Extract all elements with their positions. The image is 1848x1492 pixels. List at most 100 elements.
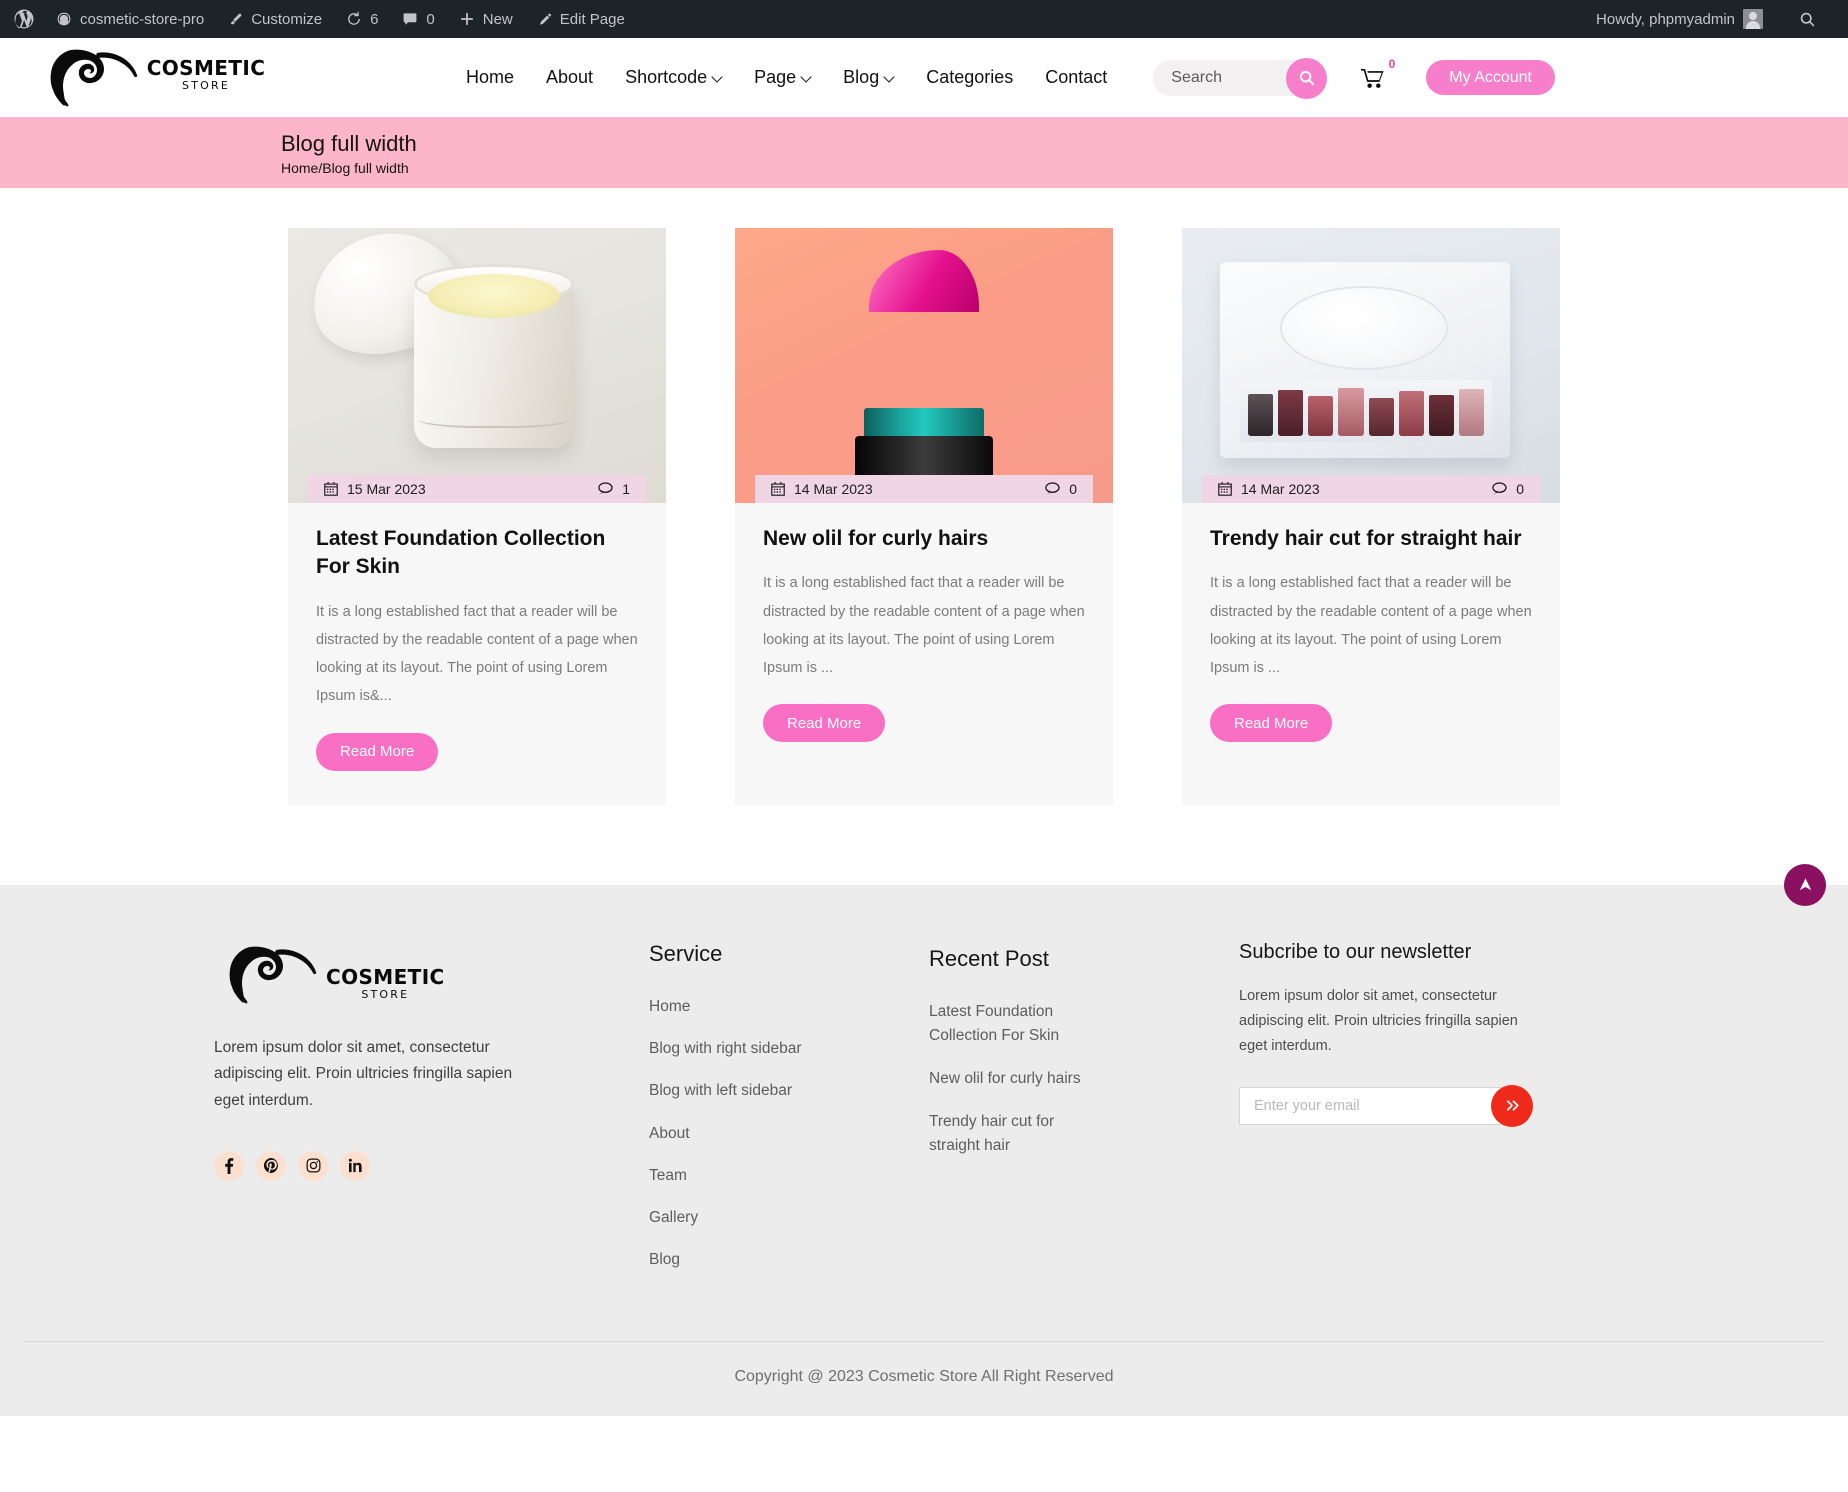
footer-description: Lorem ipsum dolor sit amet, consectetur …	[214, 1038, 513, 1110]
post-thumbnail-lipstick[interactable]	[735, 228, 1113, 503]
logo-main-text: COSMETIC	[146, 55, 266, 80]
post-meta: 14 Mar 2023 0	[1202, 475, 1540, 503]
admin-bar-customize[interactable]: Customize	[216, 0, 334, 38]
blog-grid: 15 Mar 2023 1 Latest Foundation Collecti…	[288, 228, 1560, 805]
footer-recent-post-1[interactable]: Latest Foundation Collection For Skin	[929, 1000, 1089, 1048]
post-thumbnail-palette[interactable]	[1182, 228, 1560, 503]
post-date-group: 15 Mar 2023	[324, 481, 426, 497]
cart-button[interactable]: 0	[1361, 57, 1395, 89]
nav-item-about[interactable]: About	[530, 67, 609, 88]
avatar	[1743, 9, 1763, 29]
blog-card[interactable]: 14 Mar 2023 0 New olil for curly hairs I…	[735, 228, 1113, 805]
admin-bar-my-account[interactable]: Howdy, phpmyadmin	[1584, 0, 1775, 38]
admin-bar-new[interactable]: New	[447, 0, 525, 38]
chevron-down-icon	[802, 73, 811, 82]
newsletter-description: Lorem ipsum dolor sit amet, consectetur …	[1239, 987, 1518, 1054]
blog-card[interactable]: 14 Mar 2023 0 Trendy hair cut for straig…	[1182, 228, 1560, 805]
post-excerpt: It is a long established fact that a rea…	[316, 603, 638, 705]
footer-link-home[interactable]: Home	[649, 995, 879, 1018]
footer-service-column: Service Home Blog with right sidebar Blo…	[649, 941, 879, 1291]
footer-recent-title: Recent Post	[929, 945, 1049, 971]
nav-item-shortcode[interactable]: Shortcode	[609, 67, 738, 88]
admin-bar-howdy-label: Howdy, phpmyadmin	[1596, 10, 1735, 28]
post-date: 14 Mar 2023	[794, 481, 873, 497]
footer-link-team[interactable]: Team	[649, 1164, 879, 1187]
footer-newsletter-column: Subcribe to our newsletter Lorem ipsum d…	[1239, 941, 1639, 1291]
nav-item-contact[interactable]: Contact	[1029, 67, 1123, 88]
chevron-down-icon	[713, 73, 722, 82]
plus-icon	[459, 11, 475, 27]
nav-label-page: Page	[754, 67, 797, 87]
comment-bubble-icon	[402, 11, 418, 27]
footer-link-gallery[interactable]: Gallery	[649, 1206, 879, 1229]
footer-recent-post-3[interactable]: Trendy hair cut for straight hair	[929, 1110, 1089, 1158]
calendar-icon	[1218, 482, 1232, 496]
post-excerpt: It is a long established fact that a rea…	[1210, 575, 1532, 677]
facebook-link[interactable]	[214, 1150, 244, 1181]
footer-link-about[interactable]: About	[649, 1122, 879, 1145]
footer-logo-sub-text: STORE	[361, 987, 410, 1001]
comment-icon	[1492, 482, 1507, 495]
scroll-to-top-button[interactable]	[1784, 863, 1826, 906]
arrow-up-icon	[1799, 878, 1811, 891]
post-title[interactable]: New olil for curly hairs	[763, 525, 1085, 553]
footer-link-blog-left-sidebar[interactable]: Blog with left sidebar	[649, 1079, 879, 1102]
nav-item-page[interactable]: Page	[738, 67, 827, 88]
pinterest-link[interactable]	[256, 1150, 286, 1181]
newsletter-email-input[interactable]	[1239, 1086, 1521, 1125]
post-comments-group: 0	[1045, 481, 1077, 497]
site-header: COSMETIC STORE Home About Shortcode Page…	[0, 38, 1848, 117]
nav-label-categories: Categories	[926, 67, 1014, 87]
logo-wordmark: COSMETIC STORE	[147, 56, 266, 92]
nav-label-blog: Blog	[843, 67, 880, 87]
footer-recent-post-2[interactable]: New olil for curly hairs	[929, 1067, 1089, 1091]
search-button[interactable]	[1286, 57, 1328, 99]
breadcrumb: Home/Blog full width	[281, 160, 409, 177]
footer-brand-column: COSMETIC STORE Lorem ipsum dolor sit ame…	[214, 941, 599, 1291]
linkedin-link[interactable]	[340, 1150, 370, 1181]
jar-ring-shape	[418, 406, 570, 428]
blog-card[interactable]: 15 Mar 2023 1 Latest Foundation Collecti…	[288, 228, 666, 805]
admin-bar-right-group: Howdy, phpmyadmin	[1584, 0, 1836, 38]
footer-recent-post-column: Recent Post Latest Foundation Collection…	[929, 941, 1189, 1291]
admin-bar-updates[interactable]: 6	[334, 0, 390, 38]
read-more-button[interactable]: Read More	[316, 732, 439, 771]
nav-item-categories[interactable]: Categories	[910, 67, 1029, 88]
read-more-button[interactable]: Read More	[1210, 704, 1333, 743]
newsletter-submit-button[interactable]	[1491, 1084, 1533, 1127]
footer-logo[interactable]: COSMETIC STORE	[214, 941, 599, 1009]
footer-link-blog-right-sidebar[interactable]: Blog with right sidebar	[649, 1037, 879, 1060]
admin-bar-customize-label: Customize	[251, 10, 323, 28]
palette-case-shape	[1220, 262, 1510, 458]
post-comments-group: 1	[598, 481, 630, 497]
search-input[interactable]	[1171, 68, 1282, 87]
my-account-button[interactable]: My Account	[1426, 60, 1555, 95]
comment-icon	[1045, 482, 1060, 495]
wordpress-logo-icon	[14, 9, 34, 29]
nav-item-home[interactable]: Home	[450, 67, 530, 88]
post-date-group: 14 Mar 2023	[771, 481, 873, 497]
admin-bar-edit-page[interactable]: Edit Page	[525, 0, 637, 38]
post-thumbnail-cream-jar[interactable]	[288, 228, 666, 503]
footer-logo-main-text: COSMETIC	[326, 964, 445, 989]
search-icon	[1299, 70, 1315, 86]
post-title[interactable]: Trendy hair cut for straight hair	[1210, 525, 1532, 553]
admin-bar-site-name[interactable]: cosmetic-store-pro	[44, 0, 216, 38]
wordpress-logo-menu[interactable]	[0, 0, 44, 38]
post-title[interactable]: Latest Foundation Collection For Skin	[316, 525, 638, 582]
chevron-down-icon	[885, 73, 894, 82]
footer-link-blog[interactable]: Blog	[649, 1248, 879, 1271]
read-more-button[interactable]: Read More	[763, 704, 886, 743]
post-meta: 15 Mar 2023 1	[308, 475, 646, 503]
post-comment-count: 0	[1069, 481, 1077, 497]
site-logo[interactable]: COSMETIC STORE	[0, 44, 280, 112]
cosmetic-store-logo-mark	[35, 44, 153, 112]
primary-navigation: Home About Shortcode Page Blog Categorie…	[450, 67, 1123, 88]
admin-bar-left-group: cosmetic-store-pro Customize 6 0 New Edi…	[0, 0, 637, 38]
admin-bar-comments[interactable]: 0	[390, 0, 446, 38]
admin-bar-updates-count: 6	[370, 10, 379, 28]
search-icon	[1799, 11, 1816, 28]
admin-bar-search[interactable]	[1787, 0, 1828, 38]
nav-item-blog[interactable]: Blog	[827, 67, 910, 88]
instagram-link[interactable]	[298, 1150, 328, 1181]
